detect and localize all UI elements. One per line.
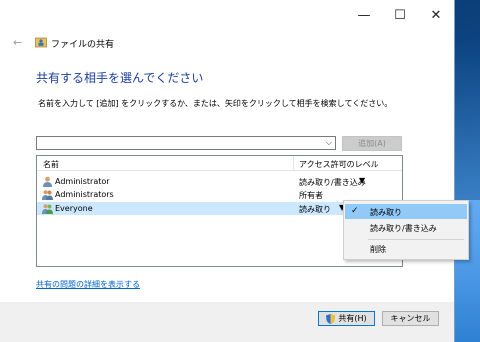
menu-item-label: 削除 (370, 245, 386, 254)
cancel-button[interactable]: キャンセル (382, 311, 439, 326)
group-icon (42, 204, 53, 214)
title-bar: — ☐ ✕ (0, 0, 454, 30)
permission-level: 読み取り (299, 205, 331, 214)
column-header-name[interactable]: 名前 (43, 159, 59, 170)
menu-item-label: 読み取り/書き込み (370, 224, 437, 233)
page-heading: 共有する相手を選んでください (36, 71, 204, 85)
permission-level: 所有者 (299, 191, 323, 200)
file-share-icon (35, 37, 47, 48)
user-name: Everyone (55, 204, 93, 213)
table-row[interactable]: Administrator 読み取り/書き込み ▼ (37, 175, 402, 188)
check-icon: ✓ (351, 206, 359, 216)
user-name-combobox[interactable]: ⌵ (36, 136, 336, 150)
group-icon (42, 190, 53, 200)
user-icon (43, 176, 52, 187)
menu-item-label: 読み取り (370, 208, 402, 217)
back-arrow-icon[interactable]: ← (13, 36, 22, 49)
share-troubleshoot-link[interactable]: 共有の問題の詳細を表示する (36, 279, 140, 290)
menu-item-remove[interactable]: 削除 (345, 241, 467, 256)
menu-item-read[interactable]: ✓ 読み取り (345, 204, 467, 219)
permission-context-menu: ✓ 読み取り 読み取り/書き込み 削除 (343, 200, 469, 260)
share-button-label: 共有(H) (338, 314, 367, 323)
column-divider[interactable] (293, 156, 294, 170)
share-dialog: — ☐ ✕ ← ファイルの共有 共有する相手を選んでください 名前を入力して [… (0, 0, 455, 342)
user-name: Administrators (55, 190, 114, 199)
permission-level: 読み取り/書き込み (299, 178, 366, 187)
menu-separator (368, 239, 464, 240)
column-header-level[interactable]: アクセス許可のレベル (299, 159, 379, 170)
share-button[interactable]: 共有(H) (318, 311, 375, 326)
user-name: Administrator (55, 177, 110, 186)
chevron-down-icon[interactable]: ⌵ (326, 138, 332, 148)
permission-dropdown-arrow[interactable]: ▼ (359, 176, 365, 185)
list-header: 名前 アクセス許可のレベル (37, 156, 402, 171)
maximize-button[interactable]: ☐ (382, 0, 418, 30)
add-button[interactable]: 追加(A) (342, 136, 402, 151)
close-button[interactable]: ✕ (418, 0, 454, 30)
minimize-button[interactable]: — (346, 0, 382, 30)
uac-shield-icon (326, 313, 336, 324)
instruction-text: 名前を入力して [追加] をクリックするか、または、矢印をクリックして相手を検索… (38, 99, 393, 108)
menu-item-read-write[interactable]: 読み取り/書き込み (345, 220, 467, 235)
dialog-title: ファイルの共有 (51, 40, 115, 50)
